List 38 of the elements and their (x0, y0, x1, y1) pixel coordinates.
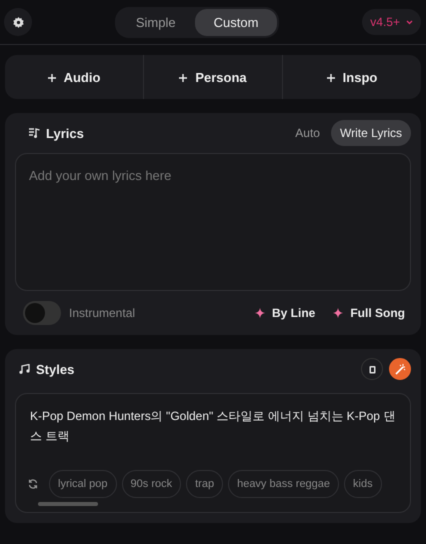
add-button[interactable]: Audio (5, 55, 144, 99)
lyrics-mode-tab[interactable]: Auto (286, 120, 329, 146)
generate-lyrics-button[interactable]: By Line (255, 306, 316, 320)
sparkle-icon (333, 308, 344, 318)
music-note-icon (19, 364, 30, 374)
scrollbar-thumb[interactable] (38, 502, 98, 506)
magic-wand-button[interactable] (389, 358, 411, 380)
style-tag[interactable]: trap (186, 470, 224, 498)
styles-text: K-Pop Demon Hunters의 "Golden" 스타일로 에너지 넘치는 K-Pop 댄스 트랙 (29, 408, 396, 445)
magic-wand-icon (394, 364, 406, 374)
clear-button[interactable] (361, 358, 383, 380)
styles-input[interactable]: K-Pop Demon Hunters의 "Golden" 스타일로 에너지 넘치는 K-Pop 댄스 트랙 lyrical pop 90s rock trap heavy bass reggae kids (15, 393, 411, 513)
plus-icon (326, 74, 335, 82)
instrumental-toggle[interactable] (23, 301, 61, 325)
trash-icon (368, 364, 376, 374)
style-tag[interactable]: lyrical pop (49, 470, 117, 498)
settings-button[interactable] (4, 8, 32, 36)
lyrics-input[interactable]: Add your own lyrics here (15, 153, 411, 291)
styles-title: Styles (36, 362, 74, 376)
settings-icon (12, 16, 24, 28)
instrumental-label: Instrumental (69, 306, 136, 320)
generate-lyrics-button[interactable]: Full Song (333, 306, 405, 320)
refresh-icon[interactable] (28, 479, 38, 489)
plus-icon (48, 74, 56, 82)
style-tag[interactable]: heavy bass reggae (228, 470, 340, 498)
add-button[interactable]: Persona (144, 55, 283, 99)
mode-tab[interactable]: Custom (194, 8, 278, 36)
plus-icon (179, 74, 188, 82)
lyrics-icon (29, 128, 40, 138)
version-dropdown[interactable]: v4.5+ (362, 9, 421, 35)
lyrics-mode-tab[interactable]: Write Lyrics (330, 120, 411, 146)
style-tag[interactable]: 90s rock (122, 470, 182, 498)
mode-tab[interactable]: Simple (116, 8, 195, 36)
style-tag[interactable]: kids (344, 470, 382, 498)
add-button[interactable]: Inspo (283, 55, 421, 99)
sparkle-icon (255, 308, 265, 318)
caret-icon (406, 20, 413, 24)
lyrics-title: Lyrics (46, 126, 84, 140)
